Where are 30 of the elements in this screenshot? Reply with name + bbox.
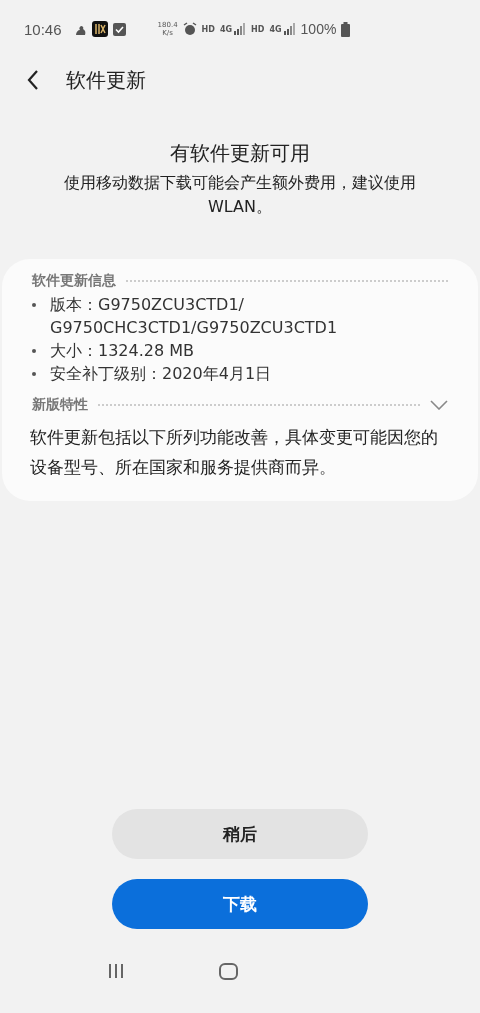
hd-label: HD — [201, 24, 215, 34]
hd-label: HD — [251, 24, 265, 34]
notice-message: 使用移动数据下载可能会产生额外费用，建议使用 WLAN。 — [63, 172, 417, 218]
app-icon — [91, 21, 108, 37]
signal-icon — [234, 23, 247, 35]
bullet-icon — [32, 349, 36, 353]
later-button[interactable]: 稍后 — [112, 809, 368, 859]
bullet-icon — [32, 303, 36, 307]
recent-apps-icon[interactable] — [107, 963, 124, 979]
download-button[interactable]: 下载 — [112, 879, 368, 929]
features-text: 软件更新包括以下所列功能改善，具体变更可能因您的设备型号、所在国家和服务提供商而异。 — [30, 427, 439, 479]
alarm-icon — [182, 22, 197, 36]
battery-icon — [341, 21, 351, 37]
chevron-down-icon[interactable] — [430, 400, 448, 410]
section-heading: 软件更新信息 — [32, 272, 116, 290]
notice-title: 有软件更新可用 — [169, 140, 311, 167]
page-title: 软件更新 — [66, 66, 146, 94]
status-time: 10:46 — [24, 20, 62, 38]
checkbox-icon — [112, 22, 126, 36]
network-type: 4G — [219, 24, 233, 34]
info-text: 版本：G9750ZCU3CTD1/ G9750CHC3CTD1/G9750ZCU3CTD1 — [50, 294, 338, 339]
section-heading: 新版特性 — [32, 396, 88, 414]
battery-percent: 100% — [300, 21, 337, 37]
network-type: 4G — [269, 24, 282, 34]
back-icon[interactable] — [26, 69, 40, 91]
info-text: 安全补丁级别：2020年4月1日 — [50, 363, 272, 385]
signal-icon — [283, 23, 296, 35]
home-icon[interactable] — [218, 962, 238, 980]
info-text: 大小：1324.28 MB — [50, 340, 195, 362]
bullet-icon — [32, 372, 36, 376]
